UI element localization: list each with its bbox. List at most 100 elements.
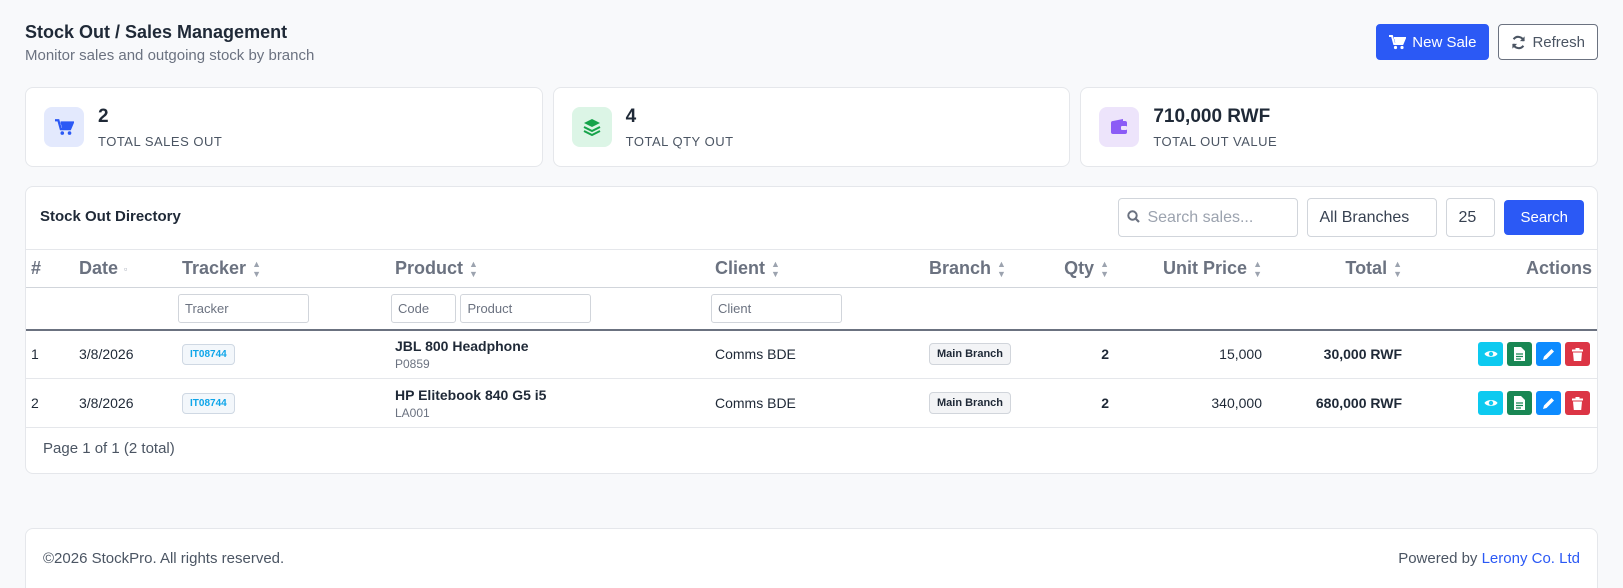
stat-value: 710,000 RWF xyxy=(1153,105,1271,127)
col-date[interactable]: Date ▫ xyxy=(74,249,177,288)
row-unit-price: 15,000 xyxy=(1114,329,1267,379)
col-label: Tracker xyxy=(182,257,247,278)
document-icon xyxy=(1514,396,1525,410)
delete-button[interactable] xyxy=(1565,391,1590,415)
stat-card-value: 710,000 RWF TOTAL OUT VALUE xyxy=(1080,87,1599,167)
row-number: 2 xyxy=(26,378,74,428)
col-label: Qty xyxy=(1064,257,1095,278)
col-label: Actions xyxy=(1525,258,1592,278)
edit-button[interactable] xyxy=(1536,342,1561,367)
pencil-icon xyxy=(1543,397,1554,409)
view-button[interactable] xyxy=(1478,342,1503,367)
branch-badge: Main Branch xyxy=(929,392,1012,414)
row-qty: 2 xyxy=(1037,329,1114,379)
view-button[interactable] xyxy=(1478,391,1503,415)
client-filter-input[interactable] xyxy=(711,293,842,323)
search-icon xyxy=(1127,210,1141,228)
col-actions: Actions xyxy=(1407,249,1597,288)
col-label: Product xyxy=(395,257,464,278)
tracker-badge[interactable]: IT08744 xyxy=(182,343,235,365)
col-qty[interactable]: Qty ▲ ▼ xyxy=(1037,249,1114,288)
col-label: Unit Price xyxy=(1163,257,1248,278)
invoice-button[interactable] xyxy=(1507,391,1532,415)
col-label: Total xyxy=(1345,257,1388,278)
wallet-icon xyxy=(1099,107,1140,147)
layers-icon xyxy=(571,107,612,147)
stats-row: 2 TOTAL SALES OUT 4 TOTAL QTY OUT 710,00… xyxy=(25,87,1599,167)
sort-icon: ▲ ▼ xyxy=(1100,259,1109,280)
sort-icon: ▲ ▼ xyxy=(252,259,261,280)
refresh-icon xyxy=(1511,35,1526,50)
stat-label: TOTAL SALES OUT xyxy=(98,133,223,149)
product-name: JBL 800 Headphone xyxy=(395,337,529,354)
col-unit-price[interactable]: Unit Price ▲ ▼ xyxy=(1114,249,1267,288)
product-code: P0859 xyxy=(395,356,430,371)
trash-icon xyxy=(1572,347,1583,361)
cart-icon xyxy=(1389,34,1407,50)
new-sale-button[interactable]: New Sale xyxy=(1376,24,1490,60)
delete-button[interactable] xyxy=(1565,342,1590,367)
invoice-button[interactable] xyxy=(1507,342,1532,367)
table-row: 1 3/8/2026 IT08744 JBL 800 Headphone P08… xyxy=(26,329,1597,379)
stat-card-qty: 4 TOTAL QTY OUT xyxy=(552,87,1071,167)
table-row: 2 3/8/2026 IT08744 HP Elitebook 840 G5 i… xyxy=(26,378,1597,428)
sort-icon: ▲ ▼ xyxy=(771,259,780,280)
row-total: 30,000 RWF xyxy=(1267,329,1407,379)
eye-icon xyxy=(1484,400,1497,406)
sort-icon: ▫ xyxy=(124,264,128,275)
code-filter-input[interactable] xyxy=(391,293,456,323)
row-client: Comms BDE xyxy=(710,329,924,379)
powered-by-prefix: Powered by xyxy=(1398,550,1478,567)
col-label: # xyxy=(31,258,42,278)
sort-icon: ▲ ▼ xyxy=(1393,259,1402,280)
refresh-button[interactable]: Refresh xyxy=(1498,24,1598,60)
search-button[interactable]: Search xyxy=(1504,200,1584,235)
directory-title: Stock Out Directory xyxy=(40,208,181,225)
sales-table: # Date ▫ Tracker ▲ ▼ Product ▲ ▼ Client ▲ ▼ Bra… xyxy=(26,249,1597,428)
trash-icon xyxy=(1572,396,1583,410)
document-icon xyxy=(1514,347,1525,362)
col-client[interactable]: Client ▲ ▼ xyxy=(710,249,924,288)
col-label: Branch xyxy=(929,257,992,278)
new-sale-label: New Sale xyxy=(1412,33,1477,51)
powered-by: Powered by Lerony Co. Ltd xyxy=(1398,550,1580,567)
page-header: Stock Out / Sales Management Monitor sal… xyxy=(25,22,1598,72)
row-client: Comms BDE xyxy=(710,378,924,428)
sort-icon: ▲ ▼ xyxy=(1253,259,1262,280)
stat-value: 2 xyxy=(98,105,109,127)
row-unit-price: 340,000 xyxy=(1114,378,1267,428)
stat-label: TOTAL QTY OUT xyxy=(625,133,734,149)
sort-icon: ▲ ▼ xyxy=(469,259,478,280)
col-number: # xyxy=(26,249,74,288)
cart-icon xyxy=(44,107,84,147)
copyright-text: ©2026 StockPro. All rights reserved. xyxy=(43,550,285,567)
company-link[interactable]: Lerony Co. Ltd xyxy=(1482,550,1580,567)
product-filter-input[interactable] xyxy=(460,293,592,323)
sort-icon: ▲ ▼ xyxy=(997,259,1006,280)
branch-badge: Main Branch xyxy=(929,343,1012,366)
page-size-select[interactable]: 25 xyxy=(1446,198,1496,237)
footer: ©2026 StockPro. All rights reserved. Pow… xyxy=(25,528,1598,588)
filter-row xyxy=(26,287,1597,331)
row-date: 3/8/2026 xyxy=(74,329,177,379)
eye-icon xyxy=(1484,351,1497,358)
product-name: HP Elitebook 840 G5 i5 xyxy=(395,386,547,403)
tracker-badge[interactable]: IT08744 xyxy=(182,392,235,414)
branch-select[interactable]: All Branches xyxy=(1307,198,1438,237)
col-product[interactable]: Product ▲ ▼ xyxy=(390,249,710,288)
page-title: Stock Out / Sales Management xyxy=(25,22,288,42)
col-label: Date xyxy=(79,258,119,278)
col-branch[interactable]: Branch ▲ ▼ xyxy=(924,249,1037,288)
edit-button[interactable] xyxy=(1536,391,1561,415)
row-qty: 2 xyxy=(1037,378,1114,428)
row-number: 1 xyxy=(26,329,74,379)
product-code: LA001 xyxy=(395,405,430,420)
search-input[interactable] xyxy=(1118,198,1299,237)
col-total[interactable]: Total ▲ ▼ xyxy=(1267,249,1407,288)
col-tracker[interactable]: Tracker ▲ ▼ xyxy=(177,249,390,288)
row-date: 3/8/2026 xyxy=(74,378,177,428)
tracker-filter-input[interactable] xyxy=(178,293,309,323)
stock-out-directory: Stock Out Directory All Branches 25 Sear… xyxy=(25,186,1598,474)
stat-label: TOTAL OUT VALUE xyxy=(1153,133,1278,149)
search-box xyxy=(1118,198,1299,237)
